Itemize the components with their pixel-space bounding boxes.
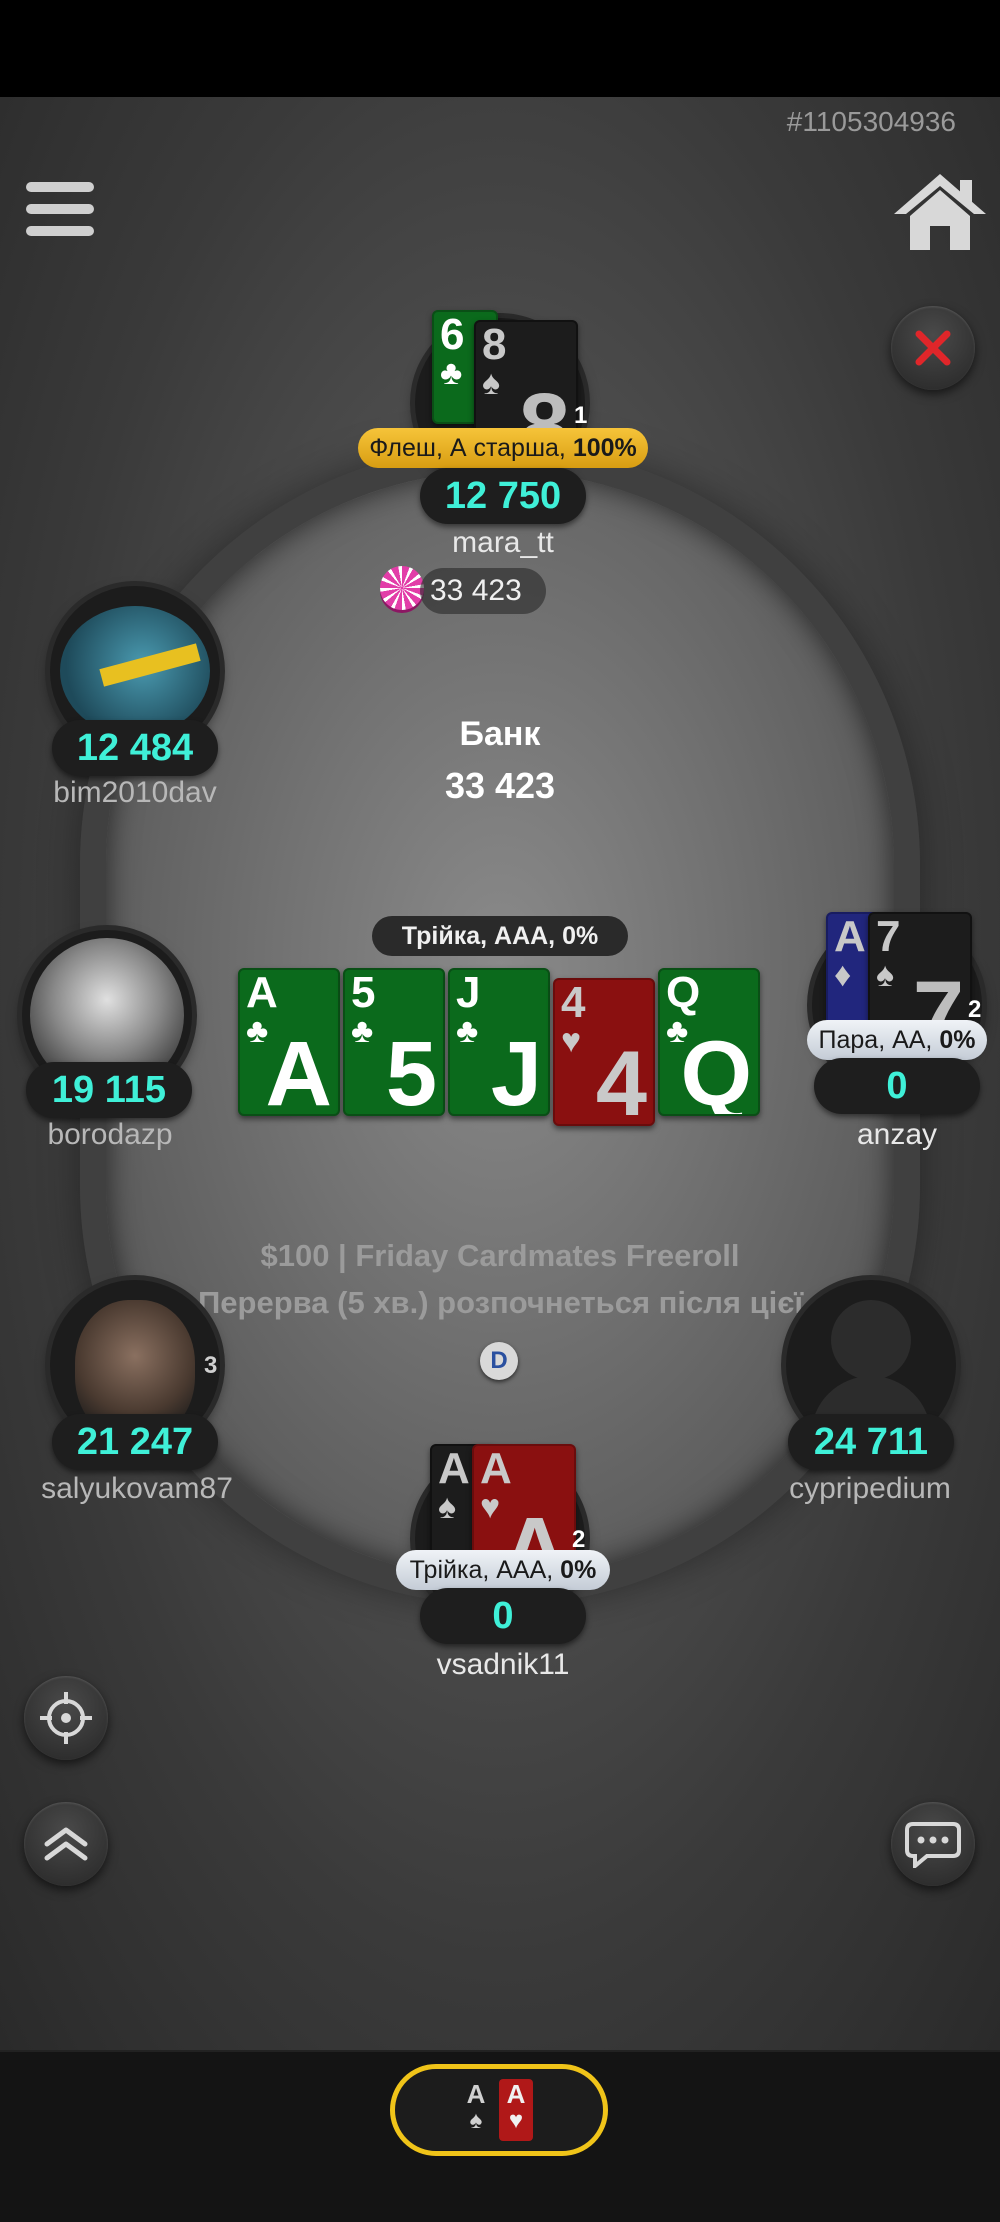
chip-icon <box>380 566 424 610</box>
hand-label-mara_tt: Флеш, А старша, 100% <box>358 428 648 468</box>
close-button[interactable] <box>891 306 975 390</box>
poker-table-screen: #1105304936 6 ♣ 8 ♠ 8 1 Флеш, А старша, 10… <box>0 0 1000 2222</box>
chat-button[interactable] <box>891 1802 975 1886</box>
dealer-button: D <box>480 1342 518 1380</box>
stack-bim2010dav: 12 484 <box>52 720 218 776</box>
my-hand-card-1: A ♠ <box>459 2079 493 2141</box>
name-anzay: anzay <box>856 1118 938 1151</box>
card-vsadnik11-2: A ♥ A <box>472 1444 576 1558</box>
name-vsadnik11: vsadnik11 <box>436 1648 570 1681</box>
stack-mara_tt: 12 750 <box>420 468 586 524</box>
timer-salyukovam87: 3 <box>204 1352 218 1379</box>
name-salyukovam87: salyukovam87 <box>41 1472 233 1505</box>
community-card-5: Q ♣ Q <box>658 968 760 1116</box>
name-cypripedium: cypripedium <box>789 1472 951 1505</box>
name-borodazp: borodazp <box>47 1118 173 1151</box>
community-card-3: J ♣ J <box>448 968 550 1116</box>
bet-mara_tt: 33 423 <box>420 568 546 614</box>
pot-value: 33 423 <box>444 765 556 806</box>
stack-anzay: 0 <box>814 1058 980 1114</box>
community-card-4: 4 ♥ 4 <box>553 978 655 1126</box>
timer-mara_tt: 1 <box>574 402 588 429</box>
home-icon[interactable] <box>888 170 992 254</box>
crosshair-icon <box>40 1692 92 1744</box>
stack-cypripedium: 24 711 <box>788 1414 954 1470</box>
hand-id: #1105304936 <box>786 106 956 137</box>
name-mara_tt: mara_tt <box>452 526 554 559</box>
hand-label-anzay: Пара, АА, 0% <box>807 1020 987 1060</box>
community-card-1: A ♣ A <box>238 968 340 1116</box>
hand-label-vsadnik11: Трійка, ААА, 0% <box>396 1550 610 1590</box>
community-hand-label: Трійка, ААА, 0% <box>372 916 628 956</box>
name-bim2010dav: bim2010dav <box>53 776 217 809</box>
menu-icon[interactable] <box>26 182 94 240</box>
target-button[interactable] <box>24 1676 108 1760</box>
expand-up-button[interactable] <box>24 1802 108 1886</box>
close-icon <box>915 330 951 366</box>
pot-label: Банк <box>459 715 541 753</box>
tournament-status: Перерва (5 хв.) розпочнеться після цієї … <box>198 1285 808 1320</box>
status-bar <box>0 0 1000 97</box>
stack-borodazp: 19 115 <box>26 1062 192 1118</box>
card-mara_tt-2: 8 ♠ 8 <box>474 320 578 434</box>
card-anzay-2: 7 ♠ 7 <box>868 912 972 1026</box>
double-chevron-up-icon <box>44 1827 88 1861</box>
community-card-2: 5 ♣ 5 <box>343 968 445 1116</box>
default-avatar-head <box>831 1300 911 1380</box>
stack-salyukovam87: 21 247 <box>52 1414 218 1470</box>
my-hand-button[interactable]: A ♠ A ♥ <box>390 2064 608 2156</box>
stack-vsadnik11: 0 <box>420 1588 586 1644</box>
my-hand-card-2: A ♥ <box>499 2079 533 2141</box>
tournament-title: $100 | Friday Cardmates Freeroll <box>260 1238 740 1273</box>
chat-bubble-icon <box>905 1822 961 1868</box>
